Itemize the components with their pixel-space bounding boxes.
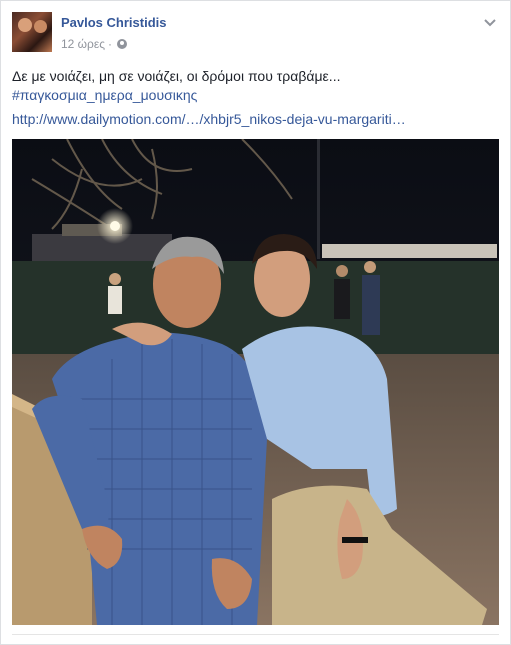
globe-icon[interactable] — [117, 39, 128, 49]
post-photo[interactable] — [12, 139, 499, 625]
post-text: Δε με νοιάζει, μη σε νοιάζει, οι δρόμοι … — [12, 67, 492, 105]
author-avatar[interactable] — [12, 12, 52, 52]
author-name[interactable]: Pavlos Christidis — [61, 15, 166, 30]
shared-url-link[interactable]: http://www.dailymotion.com/…/xhbjr5_niko… — [12, 111, 406, 127]
post-timestamp[interactable]: 12 ώρες — [61, 37, 105, 51]
card-divider — [12, 634, 499, 635]
post-card: Pavlos Christidis 12 ώρες · Δε με νοιάζε… — [0, 0, 511, 645]
chevron-down-icon[interactable] — [483, 15, 497, 29]
meta-separator: · — [108, 37, 113, 51]
hashtag-link[interactable]: #παγκοσμια_ημερα_μουσικης — [12, 86, 492, 105]
post-text-line: Δε με νοιάζει, μη σε νοιάζει, οι δρόμοι … — [12, 68, 341, 84]
post-meta: 12 ώρες · — [61, 37, 128, 51]
